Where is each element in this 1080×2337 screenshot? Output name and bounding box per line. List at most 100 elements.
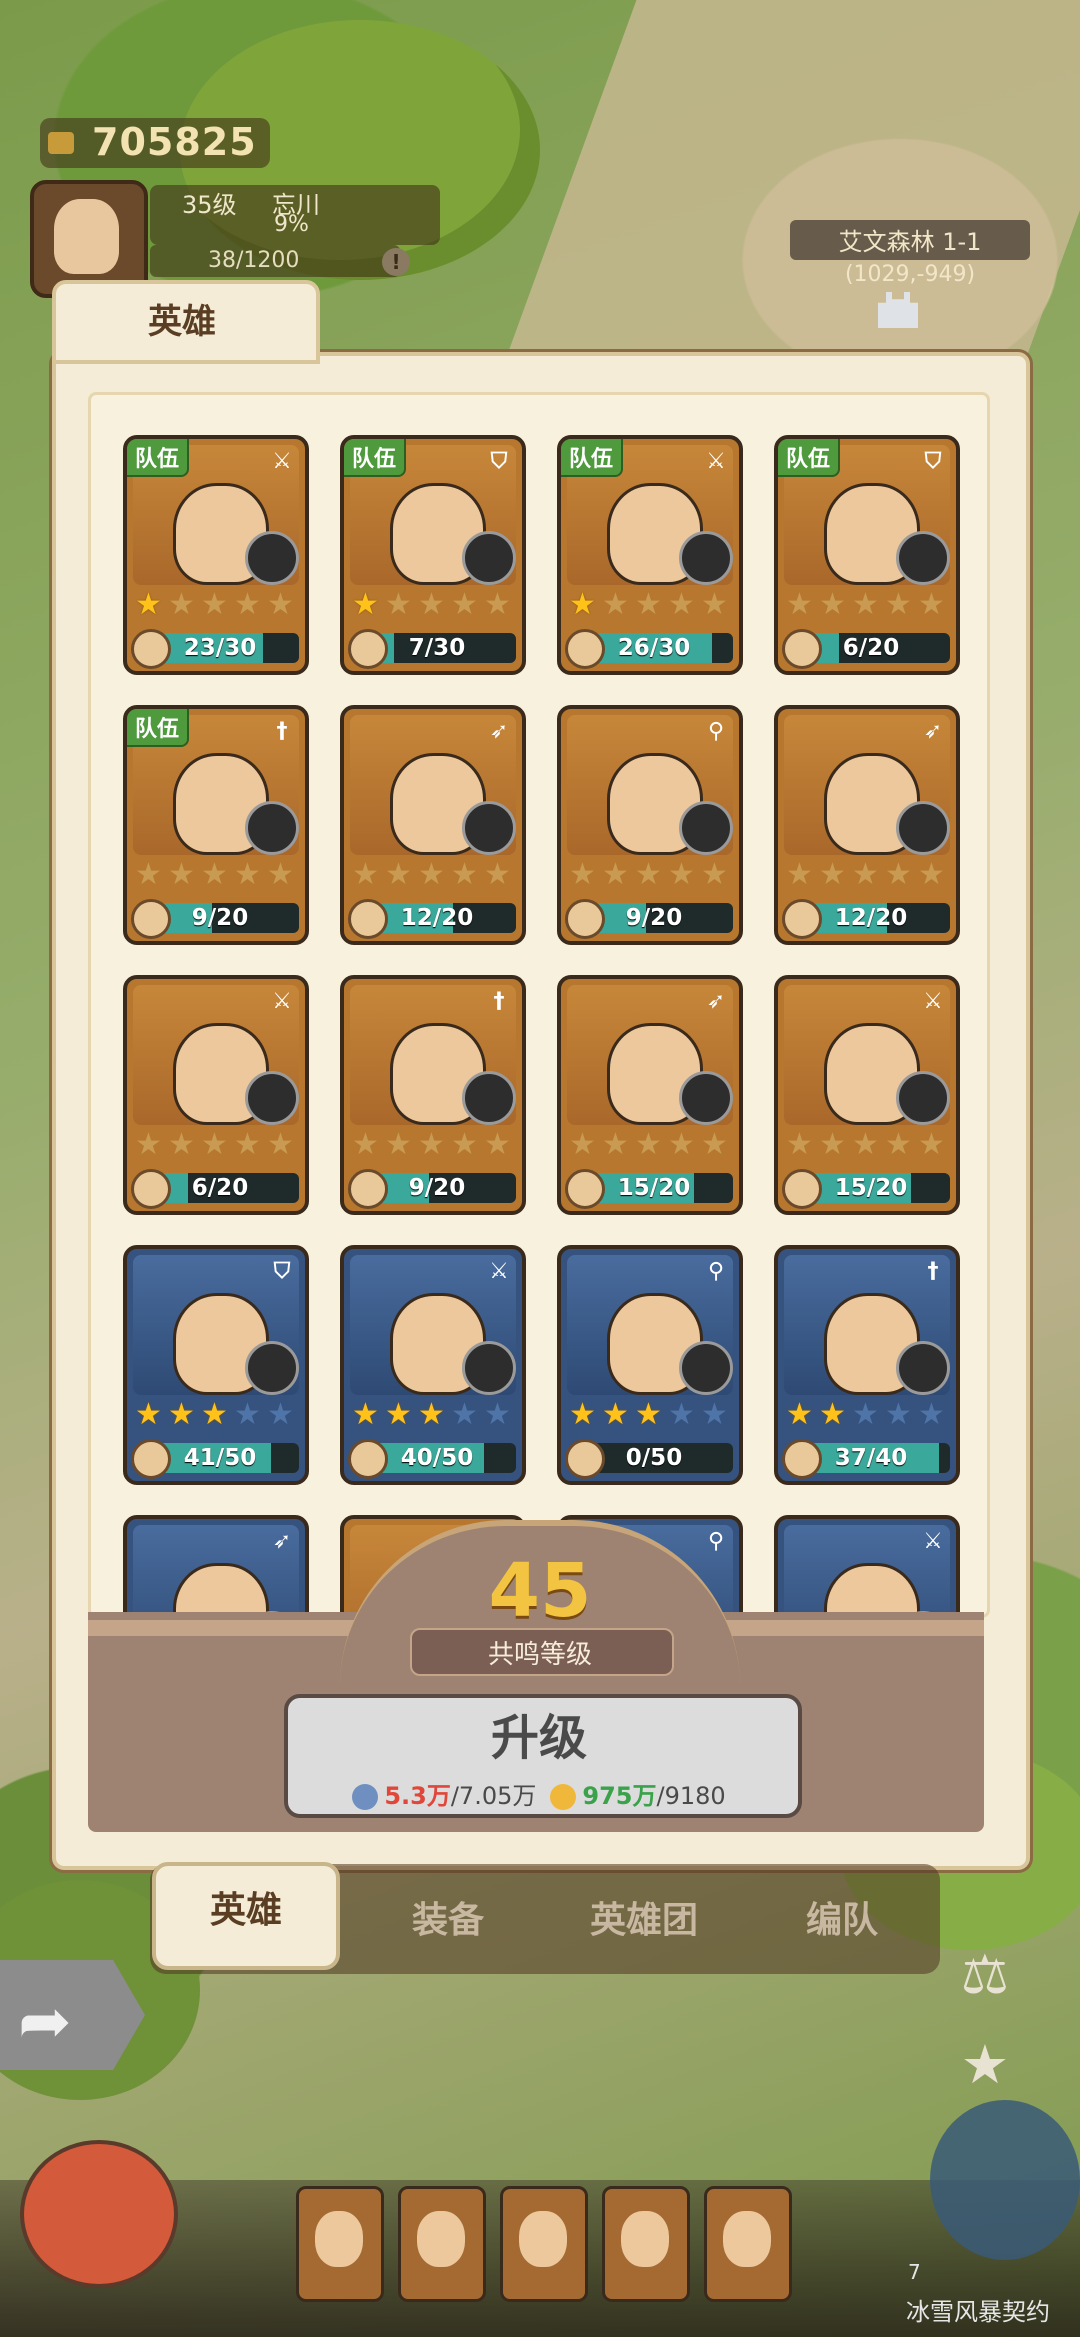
hero-stars: ★ ★ ★ ★ ★	[567, 1129, 733, 1165]
shield-icon: ⛉	[924, 449, 942, 474]
hero-card[interactable]: ➶ ★ ★ ★ ★ ★ 15/20	[557, 975, 743, 1215]
star-icon: ★	[786, 1127, 813, 1162]
star-icon: ★	[135, 857, 162, 892]
team-slot[interactable]	[602, 2186, 690, 2302]
hero-card[interactable]: ⚔ ★ ★ ★ ★ ★ 15/20	[774, 975, 960, 1215]
tab-equipment[interactable]: 装备	[358, 1876, 538, 1966]
hero-card[interactable]: ⚲ ★ ★ ★ ★ ★ 9/20	[557, 705, 743, 945]
star-icon: ★	[135, 1397, 162, 1432]
axe-icon: ⚔	[923, 1529, 943, 1554]
hero-card[interactable]: ⚔ ★ ★ ★ ★ ★ 23/30 队伍	[123, 435, 309, 675]
star-icon: ★	[885, 587, 912, 622]
staff-icon: ⚲	[707, 719, 725, 744]
star-icon: ★	[569, 1397, 596, 1432]
team-slot[interactable]	[704, 2186, 792, 2302]
star-icon: ★	[819, 587, 846, 622]
hero-stars: ★ ★ ★ ★ ★	[133, 1129, 299, 1165]
back-arrow-icon: ➦	[18, 1985, 72, 2059]
upgrade-cost: 5.3万/7.05万 975万/9180	[284, 1776, 794, 1811]
upgrade-button-label[interactable]: 升级	[284, 1698, 794, 1768]
star-icon: ★	[819, 857, 846, 892]
hero-stars: ★ ★ ★ ★ ★	[350, 1399, 516, 1435]
star-icon: ★	[168, 587, 195, 622]
hero-card[interactable]: ➶★★★★★	[123, 1515, 309, 1615]
hero-card[interactable]: ➶ ★ ★ ★ ★ ★ 12/20	[774, 705, 960, 945]
axe-icon: ⚔	[272, 989, 292, 1014]
hero-card[interactable]: † ★ ★ ★ ★ ★ 9/20 队伍	[123, 705, 309, 945]
star-icon: ★	[168, 857, 195, 892]
bow-icon: ➶	[923, 719, 943, 744]
hero-card[interactable]: ⛉ ★ ★ ★ ★ ★ 7/30 队伍	[340, 435, 526, 675]
star-icon: ★	[168, 1127, 195, 1162]
hero-card[interactable]: ⛉ ★ ★ ★ ★ ★ 6/20 队伍	[774, 435, 960, 675]
shard-icon	[131, 1439, 171, 1479]
hero-card[interactable]: ⚲ ★ ★ ★ ★ ★ 0/50	[557, 1245, 743, 1485]
star-icon: ★	[267, 857, 294, 892]
hero-stars: ★ ★ ★ ★ ★	[350, 589, 516, 625]
weapon-icon	[462, 801, 516, 855]
hero-card[interactable]: † ★ ★ ★ ★ ★ 9/20	[340, 975, 526, 1215]
star-icon: ★	[484, 1397, 511, 1432]
staff-icon: ⚲	[707, 1259, 725, 1284]
star-icon: ★	[201, 1127, 228, 1162]
helmet-icon[interactable]	[20, 2140, 178, 2288]
bow-icon: ➶	[706, 989, 726, 1014]
bow-icon: ➶	[272, 1529, 292, 1554]
tab-formation[interactable]: 编队	[752, 1876, 932, 1966]
hero-card[interactable]: ⚔ ★ ★ ★ ★ ★ 40/50	[340, 1245, 526, 1485]
weapon-icon	[245, 801, 299, 855]
shield-icon: ⛉	[490, 449, 508, 474]
star-icon: ★	[668, 1397, 695, 1432]
hero-card[interactable]: ⛉ ★ ★ ★ ★ ★ 41/50	[123, 1245, 309, 1485]
star-icon: ★	[635, 857, 662, 892]
scales-icon[interactable]: ⚖	[950, 1940, 1020, 2010]
shard-icon	[782, 1169, 822, 1209]
star-icon: ★	[602, 857, 629, 892]
tab-heroes[interactable]: 英雄	[152, 1862, 340, 1970]
hero-stars: ★ ★ ★ ★ ★	[784, 589, 950, 625]
hero-grid[interactable]: ⚔ ★ ★ ★ ★ ★ 23/30 队伍 ⛉ ★ ★ ★ ★ ★ 7/30 队伍 ⚔ ★ ★ ★ ★ ★ 26/30 队伍 ⛉ ★…	[88, 392, 990, 1618]
player-exp-percent: 9%	[274, 212, 309, 237]
ranking-icon[interactable]: ★	[950, 2030, 1020, 2100]
hero-face	[824, 1563, 920, 1615]
hero-stars: ★ ★ ★ ★ ★	[133, 859, 299, 895]
event-dragon-icon[interactable]	[930, 2100, 1080, 2260]
team-slot[interactable]	[296, 2186, 384, 2302]
tab-hero-group[interactable]: 英雄团	[554, 1876, 734, 1966]
star-icon: ★	[385, 1397, 412, 1432]
weapon-icon	[679, 801, 733, 855]
hero-card[interactable]: ➶ ★ ★ ★ ★ ★ 12/20	[340, 705, 526, 945]
shard-icon	[565, 629, 605, 669]
hero-card[interactable]: ⚔ ★ ★ ★ ★ ★ 6/20	[123, 975, 309, 1215]
hero-card[interactable]: † ★ ★ ★ ★ ★ 37/40	[774, 1245, 960, 1485]
hero-stars: ★ ★ ★ ★ ★	[350, 859, 516, 895]
hero-stars: ★ ★ ★ ★ ★	[784, 1399, 950, 1435]
shard-icon	[348, 899, 388, 939]
team-slot[interactable]	[500, 2186, 588, 2302]
star-icon: ★	[484, 587, 511, 622]
team-slot[interactable]	[398, 2186, 486, 2302]
star-icon: ★	[267, 1397, 294, 1432]
shard-icon	[565, 1169, 605, 1209]
star-icon: ★	[852, 587, 879, 622]
player-level: 35级	[182, 191, 237, 219]
alert-icon[interactable]: !	[382, 248, 410, 276]
shard-icon	[131, 629, 171, 669]
star-icon: ★	[418, 857, 445, 892]
star-icon: ★	[918, 587, 945, 622]
gem-need: /7.05万	[450, 1782, 537, 1810]
stage-name: 艾文森林 1-1	[838, 228, 982, 256]
hero-stars: ★ ★ ★ ★ ★	[350, 1129, 516, 1165]
event-name[interactable]: 冰雪风暴契约	[906, 2292, 1050, 2327]
star-icon: ★	[352, 857, 379, 892]
coin-icon	[48, 132, 74, 154]
hero-card[interactable]: ⚔★★★★★	[774, 1515, 960, 1615]
hero-card[interactable]: ⚔ ★ ★ ★ ★ ★ 26/30 队伍	[557, 435, 743, 675]
star-icon: ★	[352, 587, 379, 622]
map-coordinates: (1029,-949)	[844, 262, 976, 287]
star-icon: ★	[885, 1127, 912, 1162]
star-icon: ★	[267, 587, 294, 622]
stamina-value: 38/1200	[208, 248, 300, 273]
axe-icon: ⚔	[923, 989, 943, 1014]
star-icon: ★	[701, 587, 728, 622]
